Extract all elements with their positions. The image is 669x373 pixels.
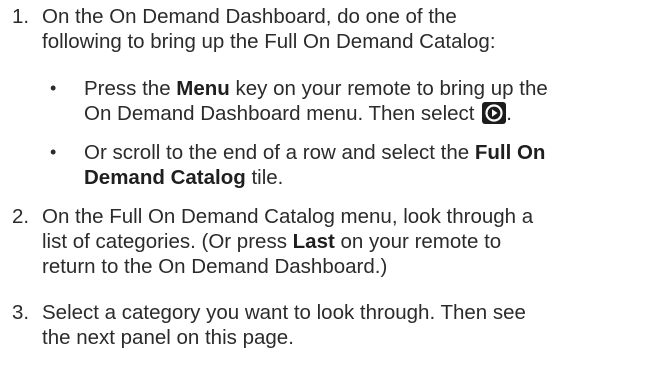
bullet-text-segment: key on your remote to bring up the bbox=[229, 77, 548, 100]
last-key-label: Last bbox=[292, 230, 335, 253]
bullet-text-segment: Or scroll to the end of a row and select… bbox=[84, 141, 475, 164]
step-3: 3. Select a category you want to look th… bbox=[12, 300, 667, 350]
step-text-line: Select a category you want to look throu… bbox=[42, 301, 526, 324]
step-text-segment: on your remote to bbox=[334, 230, 502, 253]
bullet-text-segment: tile. bbox=[245, 166, 284, 189]
catalog-tile-label: Demand Catalog bbox=[84, 166, 246, 189]
bullet-dot: • bbox=[50, 78, 57, 98]
step-text-line: following to bring up the Full On Demand… bbox=[42, 30, 496, 53]
step-text-line: the next panel on this page. bbox=[42, 326, 294, 349]
step-2: 2. On the Full On Demand Catalog menu, l… bbox=[12, 204, 667, 279]
step-text: On the On Demand Dashboard, do one of th… bbox=[42, 4, 667, 54]
step-text-line: On the On Demand Dashboard, do one of th… bbox=[42, 5, 457, 28]
bullet-text: Or scroll to the end of a row and select… bbox=[84, 140, 667, 190]
bullet-text: Press the Menu key on your remote to bri… bbox=[84, 76, 667, 126]
step-text-line: On the Full On Demand Catalog menu, look… bbox=[42, 205, 534, 228]
step-number: 2. bbox=[12, 205, 30, 228]
bullet-text-segment: . bbox=[506, 102, 512, 125]
step-text: On the Full On Demand Catalog menu, look… bbox=[42, 204, 667, 279]
step-text-line: return to the On Demand Dashboard.) bbox=[42, 255, 388, 278]
catalog-tile-label: Full On bbox=[474, 141, 546, 164]
bullet-dot: • bbox=[50, 142, 57, 162]
step-number: 1. bbox=[12, 5, 30, 28]
bullet-option-tile: • Or scroll to the end of a row and sele… bbox=[50, 140, 667, 190]
bullet-text-segment: On Demand Dashboard menu. Then select bbox=[84, 102, 481, 125]
step-number: 3. bbox=[12, 301, 30, 324]
step-1: 1. On the On Demand Dashboard, do one of… bbox=[12, 4, 667, 54]
bullet-option-menu: • Press the Menu key on your remote to b… bbox=[50, 76, 667, 126]
bullet-text-segment: Press the bbox=[84, 77, 177, 100]
step-text: Select a category you want to look throu… bbox=[42, 300, 667, 350]
instruction-panel: 1. On the On Demand Dashboard, do one of… bbox=[0, 0, 669, 373]
menu-key-label: Menu bbox=[176, 77, 230, 100]
step-text-segment: list of categories. (Or press bbox=[42, 230, 293, 253]
play-circle-icon bbox=[482, 102, 507, 124]
